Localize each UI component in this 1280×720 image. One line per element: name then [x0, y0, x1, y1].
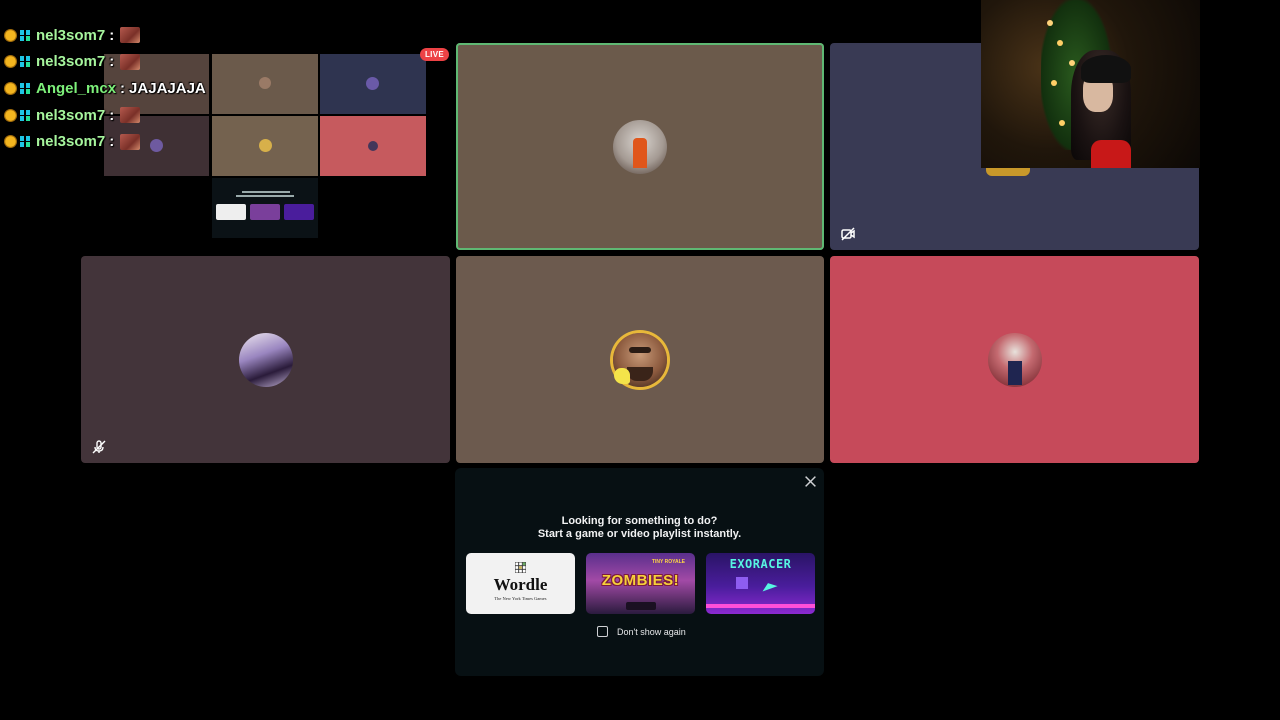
wordle-grid-icon — [515, 562, 526, 573]
close-icon[interactable] — [804, 475, 817, 488]
sub-badge-icon: ● — [4, 28, 17, 42]
chat-message: ● nel3som7: — [4, 22, 206, 49]
webcam-overflow-decoration — [986, 168, 1030, 176]
camera-off-icon — [841, 227, 855, 241]
participant-tile[interactable] — [830, 256, 1199, 463]
game-card-wordle[interactable]: Wordle The New York Times Games — [466, 553, 575, 614]
chat-message: ● nel3som7: — [4, 49, 206, 76]
chat-username[interactable]: Angel_mcx — [36, 80, 116, 97]
chat-message: ● Angel_mcx:JAJAJAJA — [4, 75, 206, 102]
participant-tile[interactable] — [456, 43, 824, 250]
chat-separator: : — [109, 106, 115, 124]
game-card-zombies[interactable]: TINY ROYALE ZOMBIES! — [586, 553, 695, 614]
game-title: Wordle — [493, 575, 548, 594]
game-card-exoracer[interactable]: EXORACER — [706, 553, 815, 614]
game-subtitle: TINY ROYALE — [651, 559, 685, 565]
chat-username[interactable]: nel3som7 — [36, 107, 105, 124]
chat-emote-icon — [120, 27, 141, 44]
preview-tile — [320, 54, 426, 114]
preview-tile — [212, 116, 318, 176]
chat-badge-icon — [19, 82, 31, 95]
chat-badge-icon — [19, 135, 31, 148]
preview-tile — [212, 54, 318, 114]
chat-badge-icon — [19, 55, 31, 68]
participant-tile[interactable] — [81, 256, 450, 463]
streamer-webcam — [981, 0, 1200, 168]
chat-text: JAJAJAJA — [129, 79, 206, 97]
mic-muted-icon — [92, 440, 106, 454]
activity-prompt: Looking for something to do? Start a gam… — [455, 515, 824, 541]
participant-avatar — [987, 332, 1042, 387]
game-title: ZOMBIES! — [601, 572, 680, 589]
dont-show-again-label: Don't show again — [617, 626, 686, 637]
chat-message: ● nel3som7: — [4, 102, 206, 129]
chat-separator: : — [109, 133, 115, 151]
checkbox-box[interactable] — [597, 626, 608, 637]
chat-separator: : — [120, 79, 126, 97]
chat-message: ● nel3som7: — [4, 128, 206, 155]
game-title: EXORACER — [729, 557, 792, 571]
activity-prompt-line2: Start a game or video playlist instantly… — [537, 528, 742, 540]
chat-badge-icon — [19, 109, 31, 122]
chat-emote-icon — [120, 133, 141, 150]
activity-prompt-line1: Looking for something to do? — [561, 515, 718, 527]
chat-username[interactable]: nel3som7 — [36, 133, 105, 150]
activity-suggestion-panel: Looking for something to do? Start a gam… — [455, 468, 824, 676]
chat-separator: : — [109, 26, 115, 44]
dont-show-again-checkbox[interactable]: Don't show again — [597, 626, 686, 637]
sub-badge-icon: ● — [4, 108, 17, 122]
chat-username[interactable]: nel3som7 — [36, 53, 105, 70]
banana-decoration — [614, 368, 630, 384]
participant-avatar — [238, 332, 293, 387]
stream-chat-overlay: ●nel3som7:●nel3som7:●Angel_mcx:JAJAJAJA●… — [4, 22, 206, 155]
participant-tile[interactable] — [456, 256, 824, 463]
chat-username[interactable]: nel3som7 — [36, 27, 105, 44]
chat-emote-icon — [120, 53, 141, 70]
chat-badge-icon — [19, 29, 31, 42]
sub-badge-icon: ● — [4, 135, 17, 149]
chat-emote-icon — [120, 107, 141, 124]
preview-tile — [320, 116, 426, 176]
preview-activity-panel — [212, 178, 318, 238]
sub-badge-icon: ● — [4, 81, 17, 95]
participant-avatar — [613, 120, 667, 174]
sub-badge-icon: ● — [4, 55, 17, 69]
live-badge: LIVE — [420, 48, 449, 61]
chat-separator: : — [109, 53, 115, 71]
game-publisher: The New York Times Games — [494, 596, 547, 601]
